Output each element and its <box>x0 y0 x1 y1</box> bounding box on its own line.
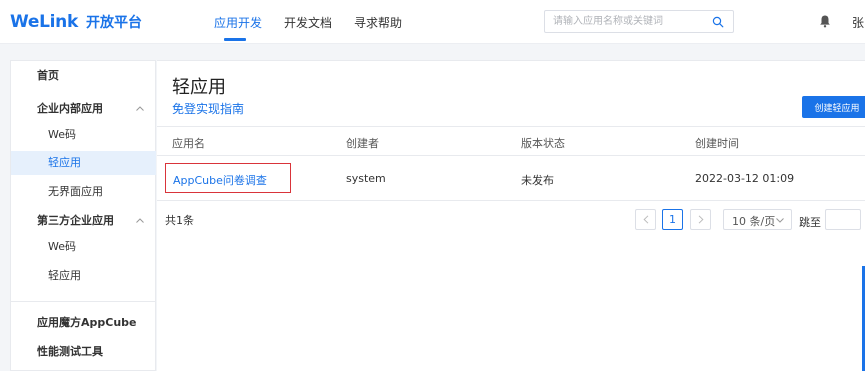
sidebar-group-label: 企业内部应用 <box>37 102 103 115</box>
cell-version-status: 未发布 <box>521 174 554 187</box>
chevron-left-icon <box>642 215 648 224</box>
cell-created-time: 2022-03-12 01:09 <box>695 172 795 185</box>
active-tab-indicator <box>224 38 246 41</box>
tab-dev-docs[interactable]: 开发文档 <box>284 14 332 31</box>
search-box <box>544 10 734 33</box>
page-size-select[interactable]: 10 条/页 <box>723 209 792 230</box>
search-input[interactable] <box>553 11 713 32</box>
column-header-created-time: 创建时间 <box>695 137 739 150</box>
column-header-app-name: 应用名 <box>172 137 205 150</box>
sso-guide-link[interactable]: 免登实现指南 <box>172 100 244 117</box>
chevron-up-icon <box>136 218 144 223</box>
app-name-link[interactable]: AppCube问卷调查 <box>165 163 291 193</box>
next-page-button[interactable] <box>690 209 711 230</box>
jump-page-input[interactable] <box>825 209 861 230</box>
sidebar-item-performance-test[interactable]: 性能测试工具 <box>11 340 156 364</box>
sidebar-item-light-app[interactable]: 轻应用 <box>11 151 156 175</box>
sidebar-item-headless-app[interactable]: 无界面应用 <box>11 180 156 204</box>
brand-name: WeLink <box>10 12 78 32</box>
sidebar-group-internal-apps[interactable]: 企业内部应用 <box>11 97 156 121</box>
tab-app-development[interactable]: 应用开发 <box>214 14 262 31</box>
top-navigation-bar: WeLink 开放平台 应用开发 开发文档 寻求帮助 张 <box>0 0 865 44</box>
jump-to-label: 跳至 <box>799 216 821 229</box>
column-header-version-status: 版本状态 <box>521 137 565 150</box>
brand-subtitle: 开放平台 <box>85 15 142 31</box>
main-content: 轻应用 免登实现指南 创建轻应用 应用名 创建者 版本状态 创建时间 AppCu… <box>157 60 865 371</box>
sidebar-item-home[interactable]: 首页 <box>11 64 156 88</box>
page-title: 轻应用 <box>172 77 226 98</box>
sidebar-group-third-party-apps[interactable]: 第三方企业应用 <box>11 209 156 233</box>
cell-creator: system <box>346 172 386 185</box>
chevron-right-icon <box>698 215 704 224</box>
sidebar-group-label: 第三方企业应用 <box>37 214 114 227</box>
welink-logo[interactable]: WeLink 开放平台 <box>10 11 142 33</box>
chevron-up-icon <box>136 106 144 111</box>
bell-icon[interactable] <box>819 14 831 28</box>
total-count: 共1条 <box>165 214 194 227</box>
sidebar-item-light-app[interactable]: 轻应用 <box>11 264 156 288</box>
table-row: AppCube问卷调查 system 未发布 2022-03-12 01:09 <box>157 157 865 201</box>
chevron-down-icon <box>776 218 784 223</box>
table-header: 应用名 创建者 版本状态 创建时间 <box>157 126 865 156</box>
page-number-button[interactable]: 1 <box>662 209 683 230</box>
sidebar-item-we-code[interactable]: We码 <box>11 123 156 147</box>
user-name[interactable]: 张 <box>852 14 864 31</box>
page-size-value: 10 条/页 <box>732 215 776 228</box>
tab-help[interactable]: 寻求帮助 <box>354 14 402 31</box>
prev-page-button[interactable] <box>635 209 656 230</box>
create-light-app-button[interactable]: 创建轻应用 <box>802 96 865 118</box>
sidebar: 首页 企业内部应用 We码 轻应用 无界面应用 第三方企业应用 We码 轻应用 … <box>10 60 156 371</box>
sidebar-item-appcube[interactable]: 应用魔方AppCube <box>11 311 156 335</box>
sidebar-divider <box>11 301 156 302</box>
search-icon[interactable] <box>712 16 724 28</box>
column-header-creator: 创建者 <box>346 137 379 150</box>
sidebar-item-we-code[interactable]: We码 <box>11 235 156 259</box>
